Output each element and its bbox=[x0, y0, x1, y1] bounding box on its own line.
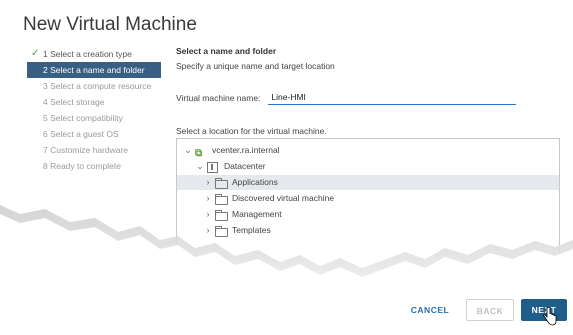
main-panel: Select a name and folder Specify a uniqu… bbox=[176, 46, 558, 136]
tree-node-datacenter[interactable]: ⌄ Datacenter bbox=[195, 159, 266, 174]
step-5: 5 Select compatibility bbox=[29, 110, 167, 126]
datacenter-icon bbox=[207, 161, 218, 173]
vm-name-label: Virtual machine name: bbox=[176, 92, 261, 103]
checkmark-icon: ✓ bbox=[31, 48, 40, 59]
dialog-title: New Virtual Machine bbox=[23, 14, 197, 35]
chevron-right-icon[interactable]: › bbox=[203, 175, 213, 190]
tree-node-folder[interactable]: › Templates bbox=[203, 223, 271, 238]
location-tree[interactable]: ⌄ ⧉ vcenter.ra.internal ⌄ Datacenter › A… bbox=[176, 138, 560, 290]
folder-icon bbox=[215, 193, 228, 205]
tree-node-label: vcenter.ra.internal bbox=[212, 145, 280, 155]
tree-node-folder[interactable]: › Management bbox=[203, 207, 282, 222]
folder-icon bbox=[215, 177, 228, 189]
step-2[interactable]: 2 Select a name and folder bbox=[27, 62, 161, 78]
vm-name-row: Virtual machine name: bbox=[176, 90, 517, 105]
tree-node-label: Applications bbox=[232, 177, 278, 187]
wizard-steps: ✓ 1 Select a creation type 2 Select a na… bbox=[27, 46, 167, 174]
folder-icon bbox=[215, 225, 228, 237]
step-label: 7 Customize hardware bbox=[43, 145, 129, 155]
cancel-button[interactable]: CANCEL bbox=[404, 299, 456, 321]
step-label: 4 Select storage bbox=[43, 97, 105, 107]
tree-node-label: Discovered virtual machine bbox=[232, 193, 335, 203]
step-label: 1 Select a creation type bbox=[43, 49, 132, 59]
folder-icon bbox=[215, 209, 228, 221]
step-7: 7 Customize hardware bbox=[29, 142, 167, 158]
step-8: 8 Ready to complete bbox=[29, 158, 167, 174]
vcenter-icon: ⧉ bbox=[195, 147, 203, 159]
tree-node-folder[interactable]: › Applications bbox=[177, 175, 559, 190]
vm-name-input[interactable] bbox=[268, 90, 517, 105]
step-label: 6 Select a guest OS bbox=[43, 129, 119, 139]
chevron-right-icon[interactable]: › bbox=[203, 223, 213, 238]
step-1[interactable]: ✓ 1 Select a creation type bbox=[29, 46, 167, 62]
tree-node-root[interactable]: ⌄ ⧉ vcenter.ra.internal bbox=[183, 143, 280, 159]
chevron-down-icon[interactable]: ⌄ bbox=[183, 143, 193, 158]
tree-node-folder[interactable]: › Discovered virtual machine bbox=[203, 191, 334, 206]
step-label: 2 Select a name and folder bbox=[43, 65, 145, 75]
hand-cursor-icon bbox=[543, 307, 557, 326]
location-label: Select a location for the virtual machin… bbox=[176, 126, 327, 136]
step-label: 3 Select a compute resource bbox=[43, 81, 152, 91]
chevron-right-icon[interactable]: › bbox=[203, 207, 213, 222]
chevron-down-icon[interactable]: ⌄ bbox=[195, 159, 205, 174]
back-button[interactable]: BACK bbox=[466, 299, 514, 321]
step-label: 5 Select compatibility bbox=[43, 113, 123, 123]
tree-node-label: Templates bbox=[232, 225, 271, 235]
step-4: 4 Select storage bbox=[29, 94, 167, 110]
chevron-right-icon[interactable]: › bbox=[203, 191, 213, 206]
step-3: 3 Select a compute resource bbox=[29, 78, 167, 94]
section-subtitle: Specify a unique name and target locatio… bbox=[176, 61, 335, 71]
tree-node-label: Datacenter bbox=[224, 161, 266, 171]
step-label: 8 Ready to complete bbox=[43, 161, 121, 171]
step-6: 6 Select a guest OS bbox=[29, 126, 167, 142]
tree-node-label: Management bbox=[232, 209, 282, 219]
section-title: Select a name and folder bbox=[176, 46, 277, 56]
